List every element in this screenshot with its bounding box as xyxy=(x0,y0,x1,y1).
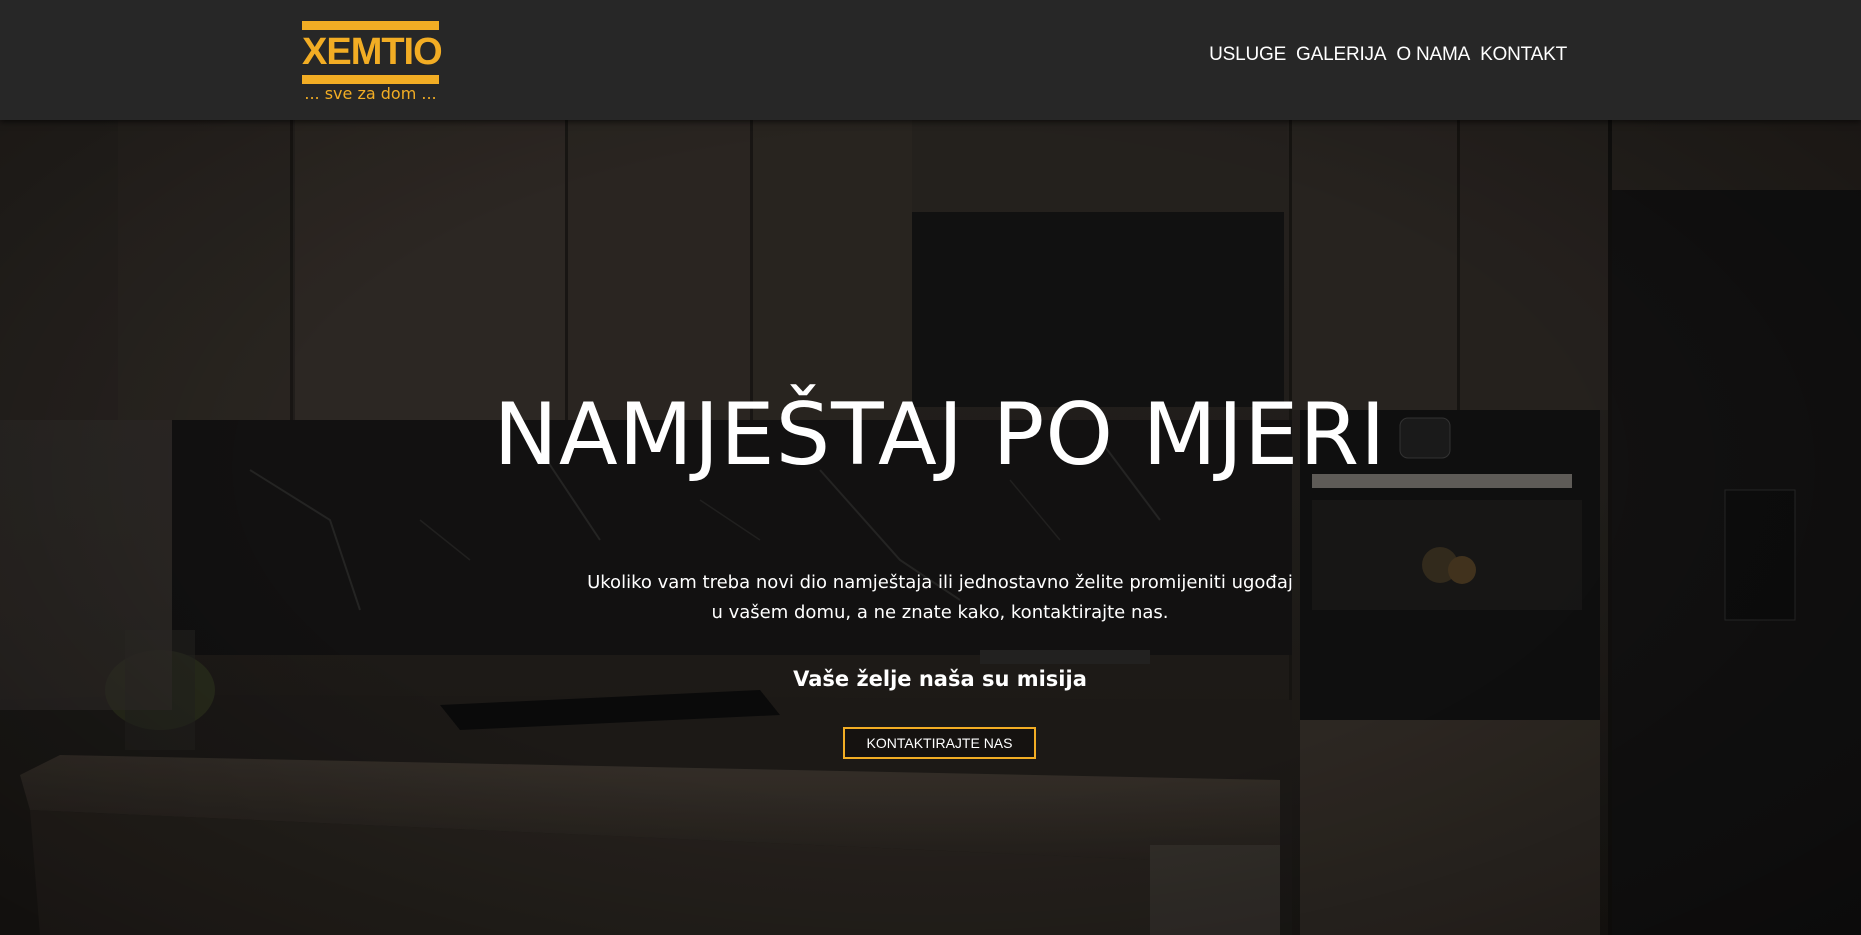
logo-wordmark: XEMTIO xyxy=(302,31,443,73)
nav-item-usluge[interactable]: USLUGE xyxy=(1209,43,1286,67)
contact-us-button[interactable]: KONTAKTIRAJTE NAS xyxy=(843,727,1036,759)
main-nav: USLUGE GALERIJA O NAMA KONTAKT xyxy=(1209,43,1567,67)
hero-title: NAMJEŠTAJ PO MJERI xyxy=(493,385,1387,485)
nav-item-o-nama[interactable]: O NAMA xyxy=(1396,43,1470,67)
hero-motto: Vaše želje naša su misija xyxy=(793,667,1087,691)
logo-tagline: ... sve za dom ... xyxy=(304,84,437,103)
logo-top-bar xyxy=(302,21,439,30)
nav-item-galerija[interactable]: GALERIJA xyxy=(1296,43,1386,67)
landing-page: XEMTIO ... sve za dom ... USLUGE GALERIJ… xyxy=(0,0,1861,935)
site-header: XEMTIO ... sve za dom ... USLUGE GALERIJ… xyxy=(0,0,1861,120)
hero-description: Ukoliko vam treba novi dio namještaja il… xyxy=(587,572,1293,623)
logo[interactable]: XEMTIO ... sve za dom ... xyxy=(302,21,443,103)
nav-item-kontakt[interactable]: KONTAKT xyxy=(1480,43,1567,67)
logo-bottom-bar xyxy=(302,75,439,84)
